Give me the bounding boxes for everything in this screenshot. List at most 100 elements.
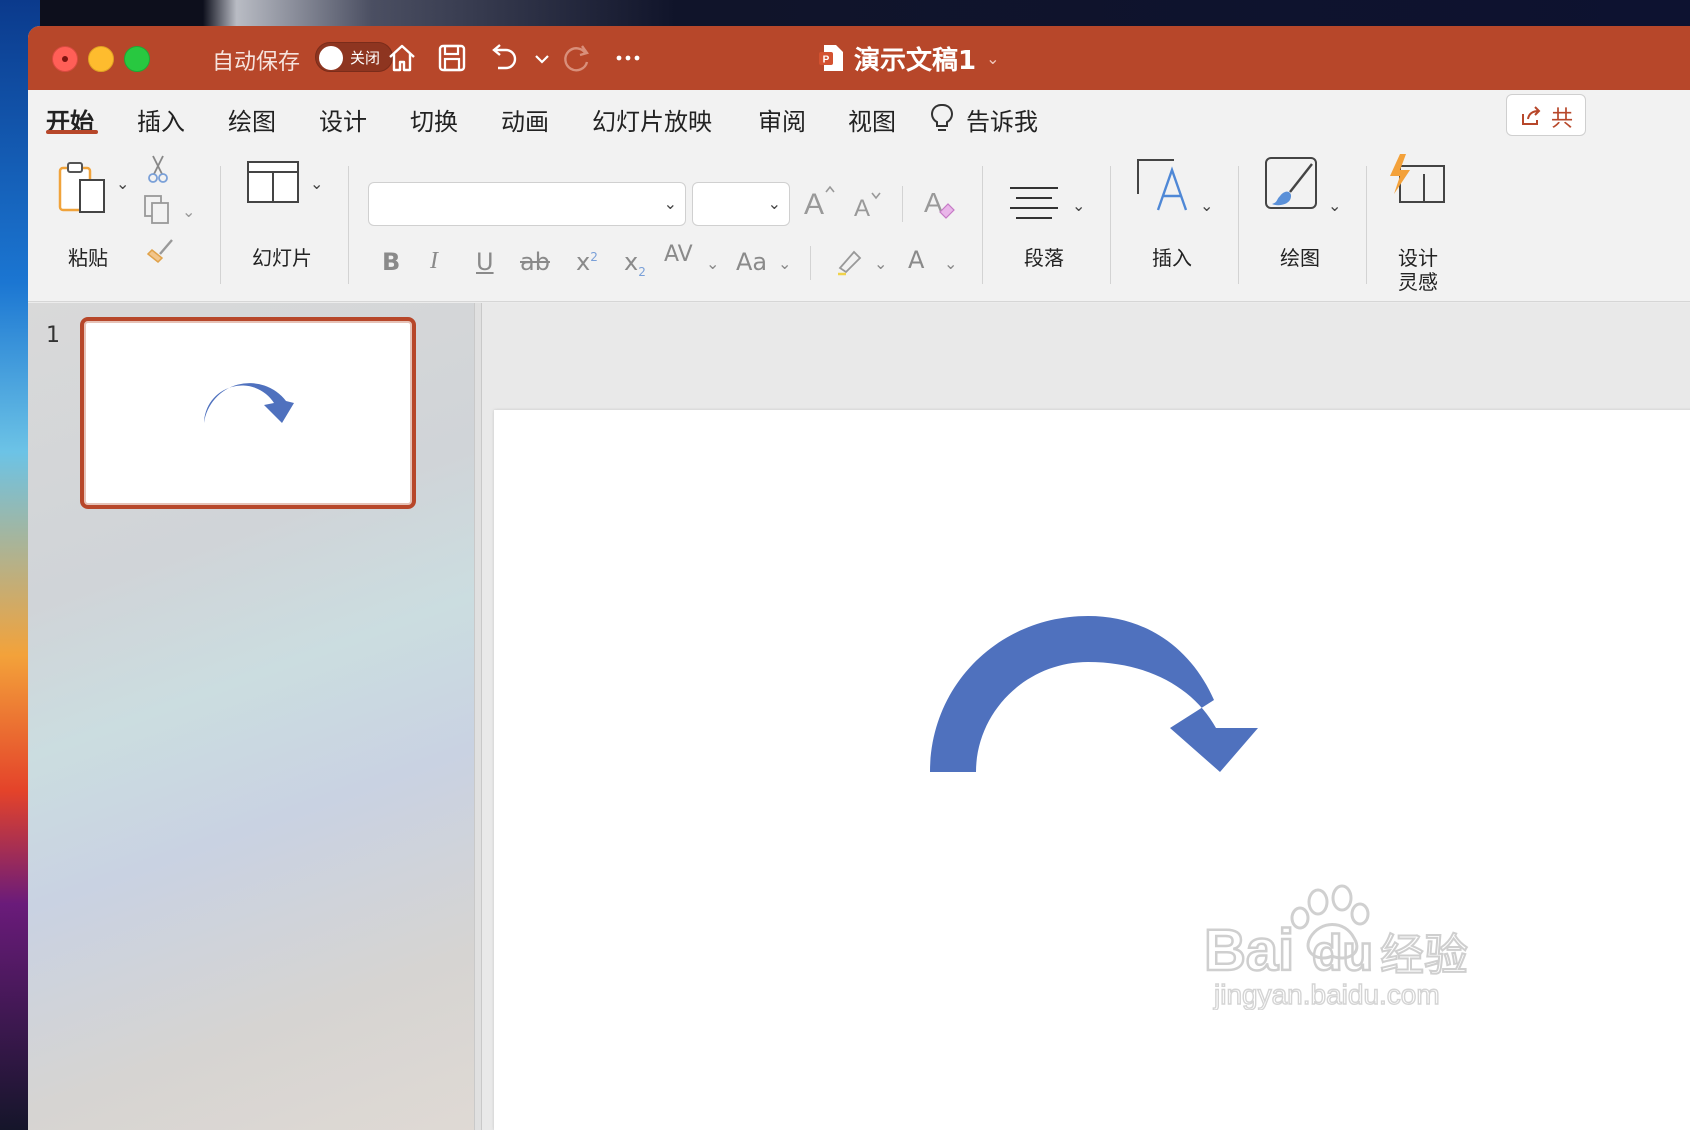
watermark-url: jingyan.baidu.com <box>1213 979 1440 1010</box>
ribbon-tabs: 开始 插入 绘图 设计 切换 动画 幻灯片放映 审阅 视图 告诉我 <box>28 90 1690 146</box>
designer-lightning-icon[interactable] <box>1386 152 1450 208</box>
svg-text:A: A <box>854 195 870 222</box>
tab-draw[interactable]: 绘图 <box>228 102 276 137</box>
tab-design[interactable]: 设计 <box>319 102 367 137</box>
draw-chevron-down-icon[interactable]: ⌄ <box>1328 196 1341 215</box>
ribbon-separator <box>810 246 811 280</box>
draw-label: 绘图 <box>1280 246 1320 270</box>
watermark-cn: 经验 <box>1380 930 1468 981</box>
font-size-chevron-down-icon: ⌄ <box>767 194 781 213</box>
tab-transitions[interactable]: 切换 <box>410 102 458 137</box>
title-bar: 自动保存 关闭 P 演示文稿1 ⌄ <box>28 26 1690 90</box>
ribbon-separator <box>902 186 903 222</box>
document-title: 演示文稿1 <box>854 45 977 76</box>
copy-icon[interactable] <box>142 194 176 226</box>
share-label: 共 <box>1551 107 1574 132</box>
curved-arrow-thumbnail-shape <box>204 383 294 423</box>
character-spacing-chevron-down-icon[interactable]: ⌄ <box>706 254 719 273</box>
insert-textbox-icon[interactable] <box>1136 156 1192 212</box>
minimize-window-button[interactable] <box>88 46 114 72</box>
highlight-pen-icon[interactable] <box>834 244 866 276</box>
tab-review[interactable]: 审阅 <box>758 102 806 137</box>
character-spacing-button[interactable]: AV <box>664 242 693 267</box>
tab-slideshow[interactable]: 幻灯片放映 <box>592 102 712 137</box>
curved-arrow-shape[interactable] <box>930 616 1262 776</box>
insert-label: 插入 <box>1152 246 1192 270</box>
save-icon[interactable] <box>434 40 470 76</box>
bold-button[interactable]: B <box>382 248 400 276</box>
undo-dropdown-chevron-icon[interactable] <box>524 40 549 76</box>
ribbon-separator <box>220 166 221 284</box>
paste-label: 粘贴 <box>68 246 108 270</box>
ribbon-separator <box>1110 166 1111 284</box>
paste-clipboard-icon[interactable] <box>56 158 112 218</box>
clear-formatting-icon[interactable]: A <box>922 182 958 222</box>
highlight-chevron-down-icon[interactable]: ⌄ <box>874 254 887 273</box>
slide-layout-icon[interactable] <box>246 160 300 204</box>
superscript-button[interactable]: x2 <box>576 248 598 276</box>
ribbon-separator <box>982 166 983 284</box>
ribbon-separator <box>1238 166 1239 284</box>
font-color-chevron-down-icon[interactable]: ⌄ <box>944 254 957 273</box>
panel-splitter[interactable] <box>474 303 482 1130</box>
paragraph-label: 段落 <box>1024 246 1064 270</box>
title-chevron-down-icon: ⌄ <box>986 48 1000 68</box>
change-case-button[interactable]: Aa <box>736 248 767 276</box>
paste-chevron-down-icon[interactable]: ⌄ <box>116 174 129 193</box>
slides-thumbnail-panel: 1 <box>28 303 474 1130</box>
decrease-font-size-icon[interactable]: A <box>852 188 888 224</box>
character-spacing-label: AV <box>664 242 693 267</box>
ribbon-separator <box>1366 166 1367 284</box>
svg-text:A: A <box>804 188 824 221</box>
tab-view[interactable]: 视图 <box>848 102 896 137</box>
home-icon[interactable] <box>384 40 420 76</box>
document-title-area[interactable]: P 演示文稿1 ⌄ <box>818 38 1000 78</box>
tab-insert[interactable]: 插入 <box>137 102 185 137</box>
cut-scissors-icon[interactable] <box>146 154 170 184</box>
font-name-select[interactable]: ⌄ <box>368 182 686 226</box>
format-painter-icon[interactable] <box>142 234 176 268</box>
more-options-icon[interactable] <box>610 40 646 76</box>
superscript-label: x <box>576 248 591 276</box>
italic-button[interactable]: I <box>430 248 438 275</box>
tab-animations[interactable]: 动画 <box>501 102 549 137</box>
powerpoint-file-icon: P <box>819 45 843 71</box>
tab-tell-me[interactable]: 告诉我 <box>966 102 1038 137</box>
lightbulb-icon <box>928 102 956 134</box>
font-size-select[interactable]: ⌄ <box>692 182 790 226</box>
slide-1[interactable] <box>494 410 1690 1130</box>
autosave-label: 自动保存 <box>212 50 301 75</box>
toggle-knob <box>319 46 343 70</box>
share-icon <box>1522 106 1541 125</box>
autosave-toggle[interactable]: 关闭 <box>315 42 393 72</box>
insert-chevron-down-icon[interactable]: ⌄ <box>1200 196 1213 215</box>
baidu-jingyan-watermark: Bai du 经验 jingyan.baidu.com <box>1170 880 1470 1014</box>
slide-thumbnail[interactable] <box>80 317 416 509</box>
slides-label: 幻灯片 <box>252 246 312 270</box>
increase-font-size-icon[interactable]: A <box>802 182 838 222</box>
change-case-chevron-down-icon[interactable]: ⌄ <box>778 254 791 273</box>
share-button[interactable]: 共 <box>1506 94 1586 136</box>
draw-brush-icon[interactable] <box>1264 156 1322 214</box>
close-window-button[interactable] <box>52 46 78 72</box>
font-color-button[interactable]: A <box>908 246 924 274</box>
watermark-brand2: du <box>1312 925 1373 981</box>
subscript-label: x <box>624 248 639 276</box>
strikethrough-button[interactable]: ab <box>520 248 550 276</box>
watermark-brand: Bai <box>1204 918 1294 983</box>
font-name-chevron-down-icon: ⌄ <box>663 194 677 213</box>
svg-text:A: A <box>924 187 943 218</box>
slide-chevron-down-icon[interactable]: ⌄ <box>310 174 323 193</box>
copy-chevron-down-icon[interactable]: ⌄ <box>182 202 195 221</box>
underline-button[interactable]: U <box>476 248 494 276</box>
autosave-state: 关闭 <box>350 49 381 67</box>
paragraph-align-icon[interactable] <box>1006 182 1062 226</box>
ribbon-separator <box>348 166 349 284</box>
zoom-window-button[interactable] <box>124 46 150 72</box>
paragraph-chevron-down-icon[interactable]: ⌄ <box>1072 196 1085 215</box>
redo-icon[interactable] <box>558 40 594 76</box>
undo-icon[interactable] <box>486 40 522 76</box>
subscript-button[interactable]: x2 <box>624 248 646 279</box>
ribbon-home: ⌄ 粘贴 ⌄ ⌄ 幻灯片 ⌄ ⌄ A A A B I U ab x2 x2 AV… <box>28 146 1690 302</box>
designer-label-line2: 灵感 <box>1398 270 1438 294</box>
